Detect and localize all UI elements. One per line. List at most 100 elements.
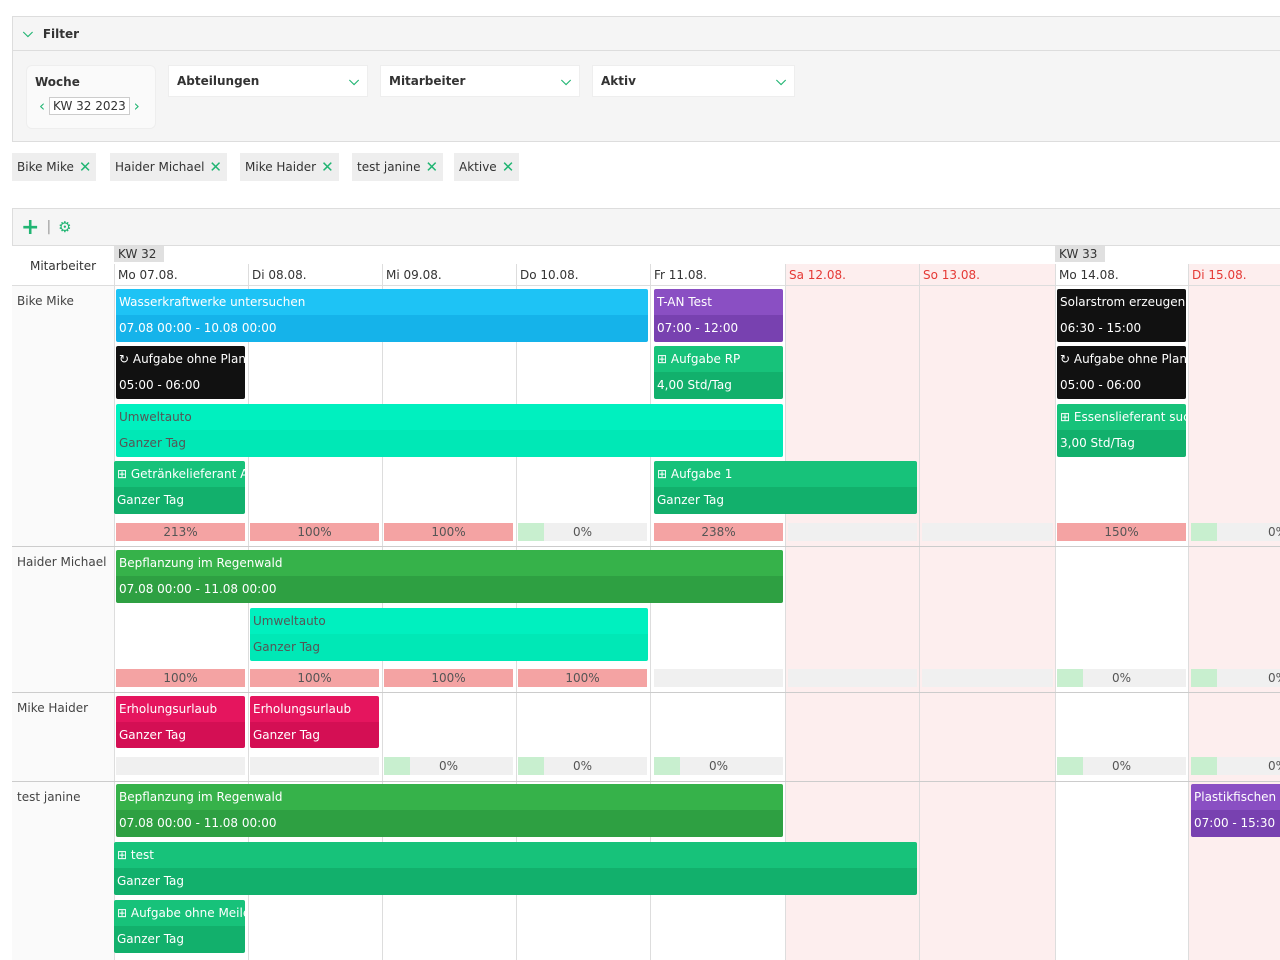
event-card[interactable]: Umweltauto Ganzer Tag <box>116 404 783 457</box>
toolbar-separator: | <box>46 219 52 235</box>
event-card[interactable]: ⊞ Aufgabe 1 Ganzer Tag <box>654 461 917 514</box>
utilization-bar <box>250 757 379 775</box>
event-time: 06:30 - 15:00 <box>1057 315 1186 342</box>
day-header: Mo 07.08. <box>114 264 248 286</box>
filter-tag: Aktive ✕ <box>454 153 520 181</box>
dropdown-abteilungen[interactable]: Abteilungen ⌵ <box>168 65 368 97</box>
event-time: 3,00 Std/Tag <box>1057 430 1186 457</box>
dropdown-mitarbeiter[interactable]: Mitarbeiter ⌵ <box>380 65 580 97</box>
day-header: Mi 09.08. <box>382 264 516 286</box>
event-card[interactable]: ⊞ Essenslieferant suchen 3,00 Std/Tag <box>1057 404 1186 457</box>
close-icon[interactable]: ✕ <box>321 158 334 176</box>
week-label: Woche <box>35 75 80 89</box>
event-card[interactable]: Plastikfischen 07:00 - 15:30 <box>1191 784 1280 837</box>
chevron-down-icon: ⌵ <box>776 73 786 89</box>
utilization-value: 100% <box>431 671 466 685</box>
tag-label: Aktive <box>459 160 497 174</box>
employee-name: Bike Mike <box>17 294 74 308</box>
chevron-right-icon[interactable]: › <box>130 97 144 115</box>
settings-icon[interactable]: ⚙ <box>58 218 71 236</box>
event-title: Umweltauto <box>250 608 648 634</box>
chevron-down-icon: ⌵ <box>349 73 359 89</box>
event-title: Bepflanzung im Regenwald <box>116 550 783 576</box>
utilization-value: 0% <box>1267 525 1280 539</box>
tag-label: Mike Haider <box>245 160 317 174</box>
event-card[interactable]: Erholungsurlaub Ganzer Tag <box>116 696 245 748</box>
utilization-value: 150% <box>1104 525 1139 539</box>
event-card[interactable]: ⊞ Aufgabe RP 4,00 Std/Tag <box>654 346 783 399</box>
event-card[interactable]: ↻ Aufgabe ohne Plan 05:00 - 06:00 <box>1057 346 1186 399</box>
close-icon[interactable]: ✕ <box>425 158 438 176</box>
utilization-value: 0% <box>1267 759 1280 773</box>
dropdown-aktiv[interactable]: Aktiv ⌵ <box>592 65 795 97</box>
event-card[interactable]: Bepflanzung im Regenwald 07.08 00:00 - 1… <box>116 784 783 837</box>
event-time: Ganzer Tag <box>654 487 917 514</box>
event-title: ⊞ Aufgabe ohne Meilenstein <box>114 900 245 926</box>
event-card[interactable]: T-AN Test 07:00 - 12:00 <box>654 289 783 342</box>
event-time: Ganzer Tag <box>250 634 648 661</box>
event-title: Bepflanzung im Regenwald <box>116 784 783 810</box>
filter-tag: Haider Michael ✕ <box>110 153 227 181</box>
event-time: Ganzer Tag <box>114 487 245 514</box>
utilization-bar: 0% <box>1191 669 1280 687</box>
event-card[interactable]: ⊞ test Ganzer Tag <box>114 842 917 895</box>
utilization-bar: 0% <box>518 523 647 541</box>
event-time: 07:00 - 15:30 <box>1191 810 1280 837</box>
planning-grid: Mitarbeiter KW 32 KW 33 Mo 07.08. Di 08.… <box>12 246 1280 960</box>
event-card[interactable]: Erholungsurlaub Ganzer Tag <box>250 696 379 748</box>
event-time: 05:00 - 06:00 <box>116 372 245 399</box>
chevron-down-icon: ⌵ <box>23 26 33 41</box>
day-header: Do 10.08. <box>516 264 650 286</box>
dropdown-aktiv-label: Aktiv <box>601 74 636 88</box>
event-title: Erholungsurlaub <box>116 696 245 722</box>
event-time: 07.08 00:00 - 10.08 00:00 <box>116 315 648 342</box>
event-card[interactable]: ↻ Aufgabe ohne Plan 05:00 - 06:00 <box>116 346 245 399</box>
event-card[interactable]: Umweltauto Ganzer Tag <box>250 608 648 661</box>
utilization-fill <box>1191 669 1217 687</box>
utilization-bar <box>922 523 1053 541</box>
employee-name: Mike Haider <box>17 701 89 715</box>
toolbar: + | ⚙ <box>12 208 1280 246</box>
chevron-left-icon[interactable]: ‹ <box>35 97 49 115</box>
utilization-fill <box>1057 669 1083 687</box>
day-header: Mo 14.08. <box>1055 264 1188 286</box>
close-icon[interactable]: ✕ <box>79 158 92 176</box>
close-icon[interactable]: ✕ <box>209 158 222 176</box>
event-title: ⊞ Aufgabe 1 <box>654 461 917 487</box>
filter-tag: Bike Mike ✕ <box>12 153 97 181</box>
utilization-bar: 150% <box>1057 523 1186 541</box>
event-title: ⊞ Essenslieferant suchen <box>1057 404 1186 430</box>
utilization-bar: 100% <box>384 669 513 687</box>
utilization-bar: 0% <box>1057 669 1186 687</box>
event-time: Ganzer Tag <box>250 722 379 748</box>
event-card[interactable]: Solarstrom erzeugen 06:30 - 15:00 <box>1057 289 1186 342</box>
event-card[interactable]: ⊞ Getränkelieferant Anfrage Ganzer Tag <box>114 461 245 514</box>
filter-toggle[interactable]: ⌵ Filter <box>13 17 1280 51</box>
utilization-value: 0% <box>438 759 459 773</box>
event-card[interactable]: ⊞ Aufgabe ohne Meilenstein Ganzer Tag <box>114 900 245 953</box>
row-divider <box>12 781 1280 782</box>
utilization-bar: 0% <box>518 757 647 775</box>
utilization-bar: 0% <box>654 757 783 775</box>
week-value[interactable]: KW 32 2023 <box>49 97 130 115</box>
event-time: 07.08 00:00 - 11.08 00:00 <box>116 576 783 603</box>
event-title: ↻ Aufgabe ohne Plan <box>1057 346 1186 372</box>
utilization-bar: 100% <box>384 523 513 541</box>
event-card[interactable]: Bepflanzung im Regenwald 07.08 00:00 - 1… <box>116 550 783 603</box>
day-header-weekend: So 13.08. <box>919 264 1055 286</box>
event-card[interactable]: Wasserkraftwerke untersuchen 07.08 00:00… <box>116 289 648 342</box>
close-icon[interactable]: ✕ <box>502 158 515 176</box>
day-header-weekend: Sa 12.08. <box>785 264 919 286</box>
event-time: Ganzer Tag <box>116 722 245 748</box>
utilization-bar <box>788 523 917 541</box>
filter-tag: test janine ✕ <box>352 153 444 181</box>
chevron-down-icon: ⌵ <box>561 73 571 89</box>
utilization-fill <box>384 757 410 775</box>
utilization-bar: 0% <box>384 757 513 775</box>
utilization-bar: 238% <box>654 523 783 541</box>
utilization-bar: 213% <box>116 523 245 541</box>
add-icon[interactable]: + <box>21 215 39 240</box>
utilization-fill <box>518 523 544 541</box>
utilization-bar <box>654 669 783 687</box>
utilization-fill <box>1191 757 1217 775</box>
